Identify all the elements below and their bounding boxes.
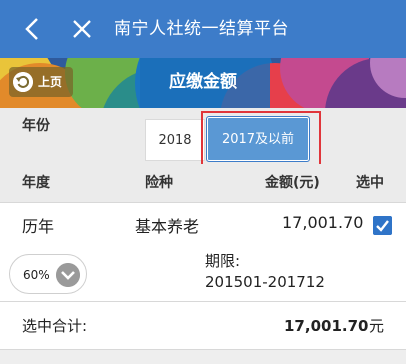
percent-dropdown[interactable]: 60% [9,254,87,294]
back-arrow-icon[interactable] [20,16,46,42]
period-label: 期限: [205,252,241,270]
close-icon[interactable] [70,17,94,41]
year-option-2018[interactable]: 2018 [145,119,205,161]
chevron-down-icon [56,263,80,287]
selected-total-row: 选中合计: 17,001.70 元 [0,302,406,350]
header-year: 年度 [22,175,50,191]
top-navigation-bar: 南宁人社统一结算平台 [0,0,406,58]
header-banner: 上页 应缴金额 [0,58,406,108]
table-header: 年度 险种 金额(元) 选中 [0,164,406,202]
header-insurance-type: 险种 [145,175,173,191]
row-checkbox[interactable] [373,216,392,235]
row-insurance-type: 基本养老 [135,217,200,236]
page-title: 南宁人社统一结算平台 [114,19,289,39]
table-row: 历年 基本养老 17,001.70 60% 期限: 201501-201712 [0,202,406,302]
row-amount: 17,001.70 [282,213,364,232]
period-value: 201501-201712 [205,273,325,291]
header-selected: 选中 [356,175,384,191]
year-label: 年份 [22,118,50,134]
header-amount: 金额(元) [265,175,320,191]
bottom-area [0,350,406,364]
total-unit: 元 [369,317,385,335]
total-label: 选中合计: [22,317,88,335]
highlight-annotation-box [201,111,321,168]
total-value: 17,001.70 [284,317,369,335]
banner-title: 应缴金额 [169,72,237,92]
percent-value: 60% [23,268,50,282]
row-year: 历年 [22,217,55,236]
